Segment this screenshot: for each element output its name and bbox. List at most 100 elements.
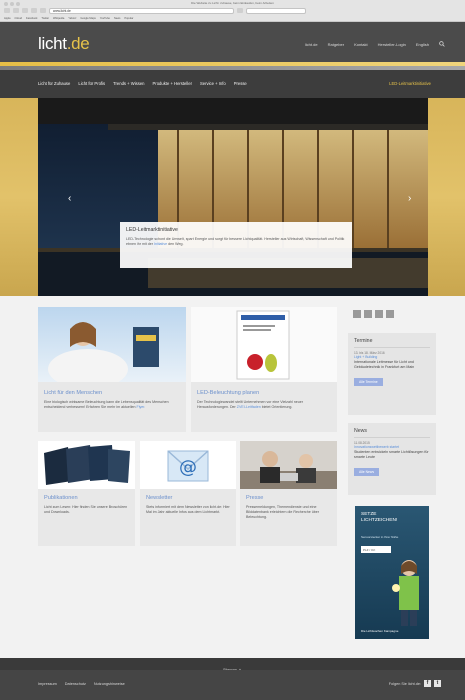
news-desc: Studenten entwickeln smarte Lichtlösunge… bbox=[354, 450, 429, 459]
main-nav-item[interactable]: Licht für Profis bbox=[78, 81, 105, 86]
util-nav-item[interactable]: Kontakt bbox=[354, 42, 368, 47]
browser-search-field[interactable] bbox=[246, 7, 306, 14]
card-title[interactable]: Newsletter bbox=[146, 495, 172, 501]
slider-next-arrow[interactable]: › bbox=[408, 193, 411, 204]
news-headline[interactable]: Innovationswettbewerb startet bbox=[354, 445, 430, 449]
bookmark-item[interactable]: Wikipedia bbox=[53, 17, 64, 20]
logo-main: licht bbox=[38, 34, 67, 53]
facebook-icon[interactable] bbox=[353, 310, 361, 318]
mail-icon[interactable] bbox=[386, 310, 394, 318]
home-icon[interactable] bbox=[31, 8, 37, 13]
card-title[interactable]: LED-Beleuchtung planen bbox=[197, 390, 259, 396]
event-desc: Internationale Leitmesse für Licht und G… bbox=[354, 360, 415, 369]
hero-caption-text: LED-Technologie schont die Umwelt, spart… bbox=[126, 237, 346, 247]
card-text: Licht zum Lesen: Hier finden Sie unsere … bbox=[44, 505, 128, 514]
bookmark-item[interactable]: Google Maps bbox=[80, 17, 95, 20]
card-title[interactable]: Licht für den Menschen bbox=[44, 390, 102, 396]
footer-link[interactable]: Datenschutz bbox=[65, 682, 86, 686]
hero-caption: LED-Leitmarktinitiative LED-Technologie … bbox=[120, 222, 352, 268]
bookmark-item[interactable]: Twitter bbox=[41, 17, 49, 20]
card-image bbox=[240, 441, 337, 489]
bookmark-item[interactable]: iCloud bbox=[15, 17, 22, 20]
reload-icon[interactable] bbox=[22, 8, 28, 13]
logo-domain: .de bbox=[66, 34, 90, 53]
bookmark-icon[interactable] bbox=[237, 8, 243, 13]
twitter-icon[interactable]: t bbox=[434, 680, 441, 687]
twitter-icon[interactable] bbox=[364, 310, 372, 318]
card-image: @ bbox=[140, 441, 236, 489]
facebook-icon[interactable]: f bbox=[424, 680, 431, 687]
termine-title: Termine bbox=[354, 338, 430, 348]
promo-caption: Die Lichtwochen Kampagne bbox=[361, 629, 399, 633]
promo-headline-1: SETZE bbox=[361, 512, 377, 517]
back-icon[interactable] bbox=[4, 8, 10, 13]
util-nav-item[interactable]: English bbox=[416, 42, 429, 47]
card-text: Eine biologisch wirksame Beleuchtung kan… bbox=[44, 400, 180, 410]
promo-banner[interactable]: SETZE LICHTZEICHEN! Sensorstecker in Ihre… bbox=[355, 506, 429, 639]
event-title[interactable]: Light + Building bbox=[354, 355, 430, 359]
bookmark-item[interactable]: Yahoo! bbox=[68, 17, 76, 20]
card-image bbox=[191, 307, 337, 382]
forward-icon[interactable] bbox=[13, 8, 19, 13]
main-nav-item[interactable]: Service + Info bbox=[200, 81, 226, 86]
site-logo[interactable]: licht.de bbox=[38, 34, 90, 54]
card-newsletter[interactable]: @ Newsletter Stets informiert mit dem Ne… bbox=[140, 441, 236, 546]
print-icon[interactable] bbox=[375, 310, 383, 318]
bookmarks-bar: Apple iCloud Facebook Twitter Wikipedia … bbox=[4, 15, 461, 21]
card-title[interactable]: Presse bbox=[246, 495, 263, 501]
led-initiative-link[interactable]: LED-Leitmarktinitiative bbox=[389, 81, 431, 86]
main-nav: Licht für Zuhause Licht für Profis Trend… bbox=[0, 70, 465, 98]
search-icon[interactable] bbox=[439, 41, 445, 47]
bookmark-item[interactable]: YouTube bbox=[100, 17, 110, 20]
card-presse[interactable]: Presse Pressemeldungen, Themendienste un… bbox=[240, 441, 337, 546]
site-footer: Impressum Datenschutz Nutzungshinweise F… bbox=[0, 670, 465, 700]
card-licht-fuer-menschen[interactable]: Licht für den Menschen Eine biologisch w… bbox=[38, 307, 186, 432]
alle-news-button[interactable]: Alle News bbox=[354, 467, 380, 476]
follow-us: Folgen Sie licht.de: f t bbox=[389, 680, 441, 687]
main-nav-item[interactable]: Presse bbox=[234, 81, 247, 86]
main-nav-item[interactable]: Produkte + Hersteller bbox=[153, 81, 192, 86]
promo-person-image bbox=[392, 560, 419, 626]
promo-sub: Sensorstecker in Ihrer Nähe bbox=[361, 535, 399, 539]
share-icon[interactable] bbox=[40, 8, 46, 13]
svg-text:@: @ bbox=[179, 457, 197, 478]
card-title[interactable]: Publikationen bbox=[44, 495, 78, 501]
promo-headline: SETZE LICHTZEICHEN! bbox=[361, 512, 397, 523]
alle-termine-button[interactable]: Alle Termine bbox=[354, 377, 383, 386]
util-nav-item[interactable]: Ratgeber bbox=[328, 42, 344, 47]
bookmark-item[interactable]: News bbox=[114, 17, 121, 20]
card-publikationen[interactable]: Publikationen Licht zum Lesen: Hier find… bbox=[38, 441, 135, 546]
window-title: Die Website zu Licht: zuhause, beim Eink… bbox=[191, 1, 274, 5]
browser-toolbar: www.licht.de bbox=[4, 7, 461, 14]
card-text-body: Eine biologisch wirksame Beleuchtung kan… bbox=[44, 400, 169, 409]
footer-link[interactable]: Impressum bbox=[38, 682, 57, 686]
sitemap-bar[interactable]: Sitemap ▲ bbox=[0, 658, 465, 672]
news-title: News bbox=[354, 428, 430, 438]
main-nav-item[interactable]: Licht für Zuhause bbox=[38, 81, 70, 86]
card-image bbox=[38, 441, 135, 489]
plz-input[interactable]: PLZ / Ort bbox=[361, 546, 391, 553]
card-led-beleuchtung[interactable]: LED-Beleuchtung planen Der Technologiewa… bbox=[191, 307, 337, 432]
card-text: Pressemeldungen, Themendienste und eine … bbox=[246, 505, 319, 519]
address-bar[interactable]: www.licht.de bbox=[49, 7, 234, 14]
bookmark-item[interactable]: Facebook bbox=[26, 17, 37, 20]
card-text: Stets informiert mit dem Newsletter von … bbox=[146, 505, 230, 514]
news-box: News 11.08.2015 Innovationswettbewerb st… bbox=[348, 423, 436, 495]
follow-label: Folgen Sie licht.de: bbox=[388, 681, 421, 686]
slider-prev-arrow[interactable]: ‹ bbox=[68, 193, 71, 204]
termine-box: Termine 13. bis 18. März 2016 Light + Bu… bbox=[348, 333, 436, 415]
initiative-link[interactable]: Initiative bbox=[154, 242, 167, 246]
card-text-end: bietet Orientierung. bbox=[261, 405, 293, 409]
bookmark-item[interactable]: Popular bbox=[124, 17, 133, 20]
browser-chrome: Die Website zu Licht: zuhause, beim Eink… bbox=[0, 0, 465, 22]
card-image bbox=[38, 307, 186, 389]
main-nav-item[interactable]: Trends + Wissen bbox=[113, 81, 144, 86]
card-text: Der Technologiewandel stellt Unternehmen… bbox=[197, 400, 331, 410]
util-nav-item[interactable]: Hersteller-Login bbox=[378, 42, 406, 47]
bookmark-item[interactable]: Apple bbox=[4, 17, 11, 20]
zvei-link[interactable]: ZVEI-Leitfaden bbox=[237, 405, 261, 409]
flyer-link[interactable]: Flyer. bbox=[137, 405, 146, 409]
util-nav-item[interactable]: licht.de bbox=[305, 42, 318, 47]
footer-link[interactable]: Nutzungshinweise bbox=[94, 682, 125, 686]
caption-end: den Weg. bbox=[168, 242, 184, 246]
